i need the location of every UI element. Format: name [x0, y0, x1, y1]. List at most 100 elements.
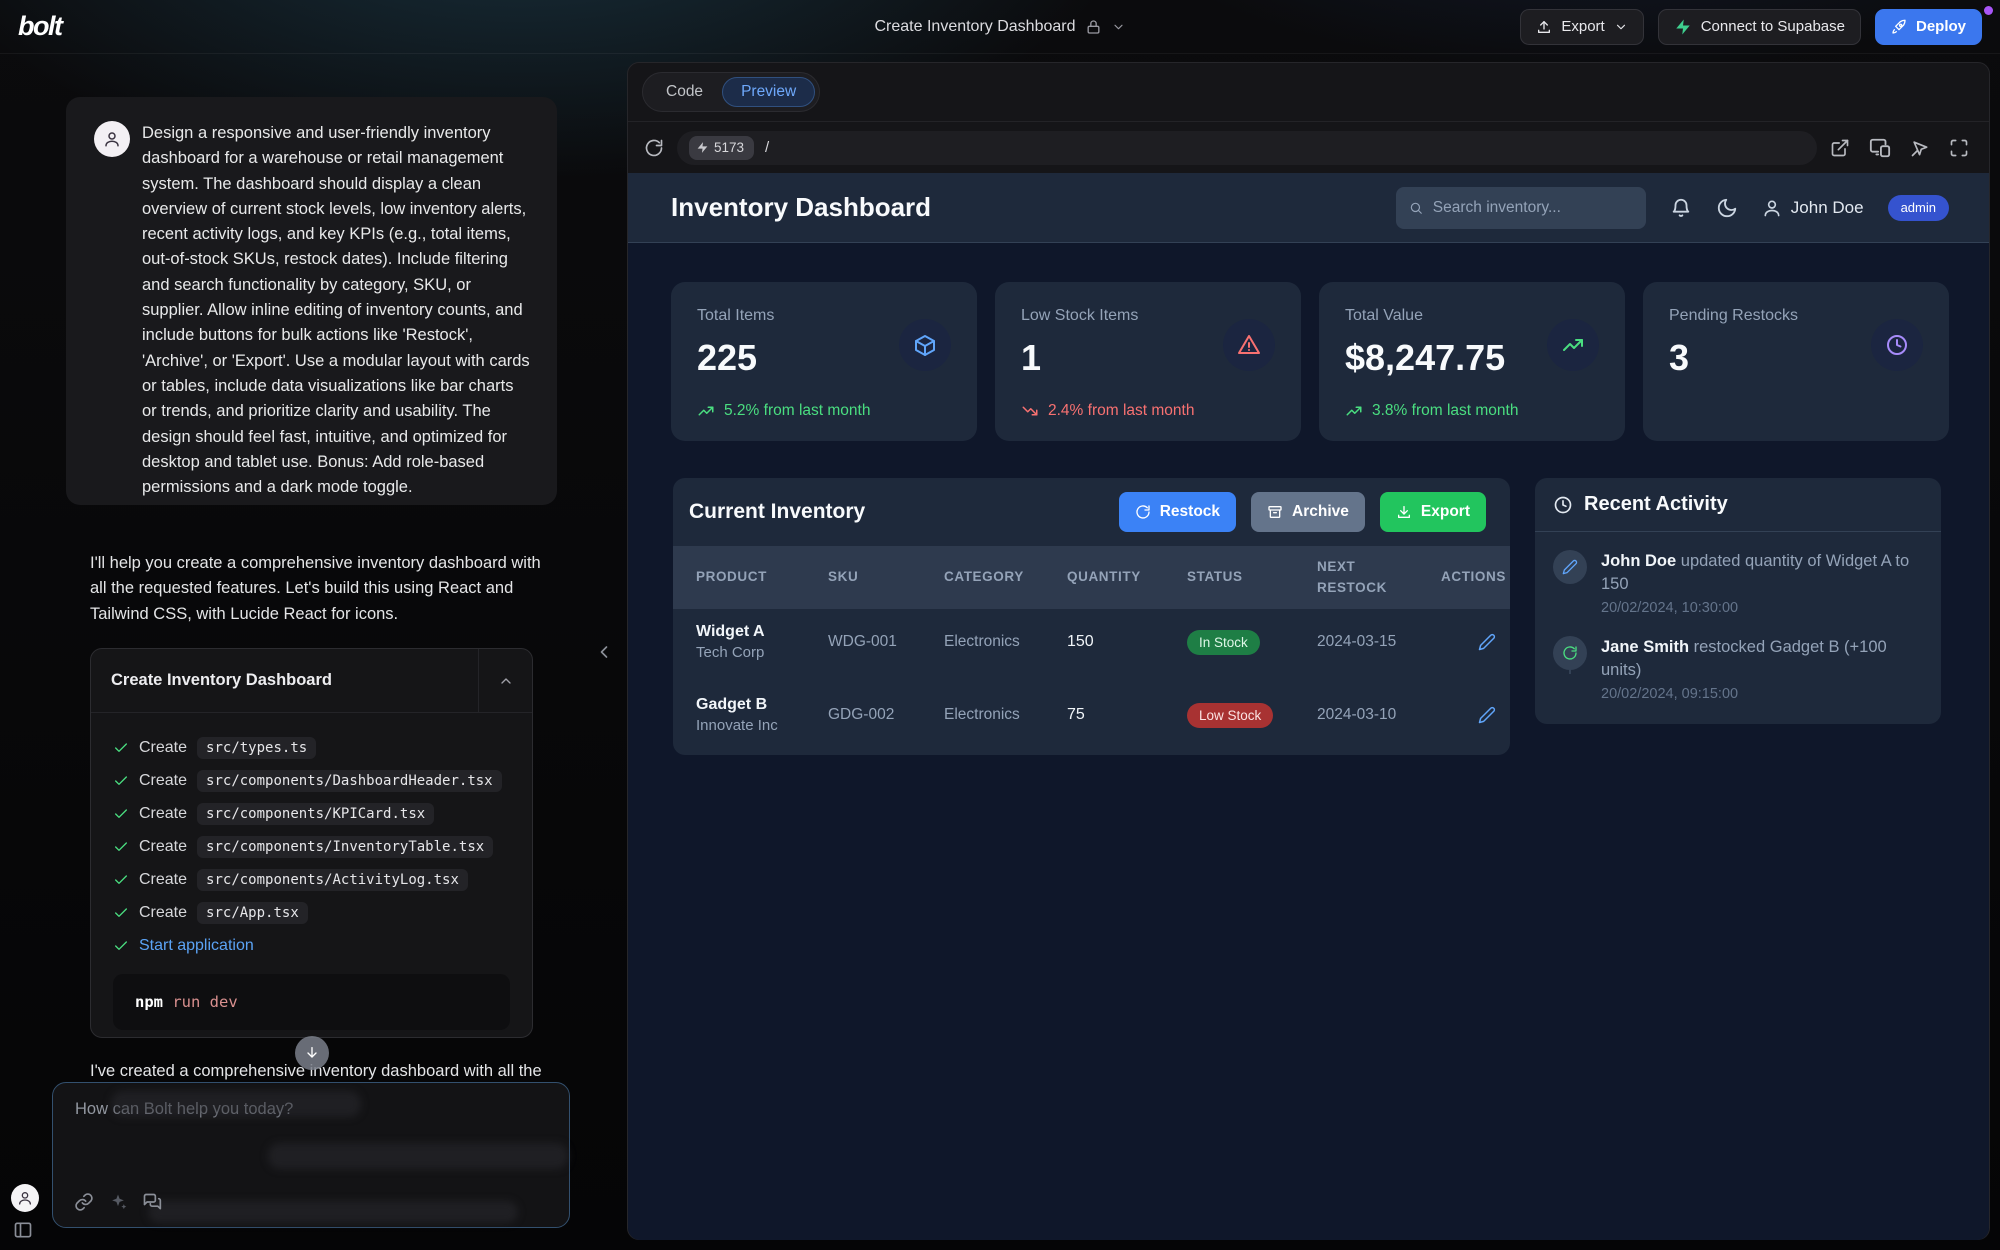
sparkles-icon[interactable] — [108, 1192, 128, 1212]
edit-pencil-icon[interactable] — [1478, 706, 1496, 724]
clock-icon — [1885, 333, 1909, 357]
terminal-command: npm run dev — [113, 974, 510, 1030]
person-icon — [103, 130, 121, 148]
export-project-button[interactable]: Export — [1520, 9, 1643, 45]
search-icon — [1409, 199, 1423, 217]
bell-icon[interactable] — [1670, 197, 1692, 219]
next-restock-cell: 2024-03-15 — [1317, 633, 1441, 651]
connect-supabase-button[interactable]: Connect to Supabase — [1658, 9, 1861, 45]
export-csv-button[interactable]: Export — [1380, 492, 1486, 532]
fullscreen-icon[interactable] — [1949, 138, 1969, 158]
edit-pencil-icon[interactable] — [1478, 633, 1496, 651]
search-input[interactable] — [1433, 199, 1633, 217]
start-application-link[interactable]: Start application — [139, 937, 254, 955]
account-avatar[interactable] — [11, 1184, 39, 1212]
step-verb: Create — [139, 805, 187, 823]
step-verb: Create — [139, 772, 187, 790]
category-cell: Electronics — [944, 633, 1067, 651]
artifact-collapse-button[interactable] — [478, 649, 532, 713]
supabase-bolt-icon — [1674, 18, 1692, 36]
file-chip[interactable]: src/components/DashboardHeader.tsx — [197, 770, 502, 792]
table-header-row: PRODUCT SKU CATEGORY QUANTITY STATUS NEX… — [673, 546, 1510, 609]
tab-preview[interactable]: Preview — [722, 77, 815, 107]
role-badge: admin — [1888, 195, 1949, 221]
archive-button[interactable]: Archive — [1251, 492, 1365, 532]
step-verb: Create — [139, 838, 187, 856]
dark-mode-moon-icon[interactable] — [1716, 197, 1738, 219]
kpi-delta: 2.4% from last month — [1021, 402, 1194, 420]
step-verb: Create — [139, 739, 187, 757]
activity-timestamp: 20/02/2024, 10:30:00 — [1601, 600, 1923, 616]
chat-input-box — [52, 1082, 570, 1228]
step-verb: Create — [139, 871, 187, 889]
lock-icon — [1086, 19, 1102, 35]
chat-input-toolbar — [74, 1192, 162, 1212]
column-header: NEXT RESTOCK — [1317, 557, 1393, 598]
file-chip[interactable]: src/App.tsx — [197, 902, 308, 924]
package-icon — [913, 333, 937, 357]
attach-link-icon[interactable] — [74, 1192, 94, 1212]
port-pill[interactable]: 5173 — [689, 136, 754, 160]
activity-header: Recent Activity — [1535, 478, 1941, 532]
bolt-logo[interactable]: bolt — [18, 11, 61, 42]
user-menu[interactable]: John Doe — [1762, 198, 1864, 218]
chevron-down-icon[interactable] — [1112, 20, 1126, 34]
command-args: run dev — [172, 993, 237, 1011]
port-plug-icon — [696, 141, 709, 154]
kpi-card-pending-restocks: Pending Restocks 3 — [1643, 282, 1949, 441]
sku-cell: GDG-002 — [828, 706, 944, 724]
chat-mode-icon[interactable] — [142, 1192, 162, 1212]
tab-code[interactable]: Code — [647, 77, 722, 107]
inspector-pointer-icon[interactable] — [1910, 138, 1930, 158]
artifact-steps: Create src/types.ts Create src/component… — [91, 713, 532, 1030]
trending-down-icon — [1021, 402, 1039, 420]
file-chip[interactable]: src/components/ActivityLog.tsx — [197, 869, 468, 891]
chevron-up-icon — [498, 673, 514, 689]
redaction-blur — [111, 1091, 361, 1117]
user-name: John Doe — [1791, 198, 1864, 218]
check-icon — [113, 773, 129, 789]
inventory-row: Widget A Tech Corp WDG-001 Electronics 1… — [673, 609, 1510, 675]
artifact-step: Create src/App.tsx — [113, 896, 510, 929]
rocket-icon — [1891, 19, 1907, 35]
url-input[interactable]: 5173 / — [677, 131, 1817, 165]
product-name: Gadget B — [696, 696, 828, 714]
bulk-actions: Restock Archive Export — [1119, 492, 1486, 532]
file-chip[interactable]: src/components/InventoryTable.tsx — [197, 836, 493, 858]
activity-icon-circle — [1553, 636, 1587, 670]
download-icon — [1396, 504, 1412, 520]
file-chip[interactable]: src/types.ts — [197, 737, 316, 759]
user-avatar — [94, 121, 130, 157]
sidebar-toggle-button[interactable] — [13, 1220, 33, 1240]
open-external-icon[interactable] — [1830, 138, 1850, 158]
artifact-step: Create src/components/ActivityLog.tsx — [113, 863, 510, 896]
url-path: / — [765, 139, 769, 156]
artifact-card: Create Inventory Dashboard Create src/ty… — [90, 648, 533, 1038]
user-icon — [1762, 198, 1782, 218]
kpi-card-low-stock: Low Stock Items 1 2.4% from last month — [995, 282, 1301, 441]
dashboard-header: Inventory Dashboard John Doe admin — [628, 173, 1989, 243]
kpi-icon-circle — [1547, 319, 1599, 371]
step-verb: Create — [139, 904, 187, 922]
preview-address-bar: 5173 / — [628, 121, 1989, 173]
activity-timestamp: 20/02/2024, 09:15:00 — [1601, 686, 1923, 702]
reload-icon[interactable] — [644, 138, 664, 158]
file-chip[interactable]: src/components/KPICard.tsx — [197, 803, 434, 825]
activity-actor: Jane Smith — [1601, 638, 1689, 656]
arrow-down-icon — [304, 1045, 320, 1061]
restock-button[interactable]: Restock — [1119, 492, 1236, 532]
chat-collapse-handle[interactable] — [594, 642, 614, 662]
device-preview-icon[interactable] — [1869, 137, 1891, 159]
quantity-cell: 150 — [1067, 633, 1187, 651]
port-number: 5173 — [714, 140, 744, 155]
product-supplier: Tech Corp — [696, 644, 828, 661]
archive-label: Archive — [1292, 503, 1349, 521]
scroll-to-bottom-button[interactable] — [295, 1036, 329, 1070]
check-icon — [113, 905, 129, 921]
person-icon — [17, 1190, 33, 1206]
supabase-label: Connect to Supabase — [1701, 18, 1845, 35]
deploy-button[interactable]: Deploy — [1875, 9, 1982, 45]
column-header: CATEGORY — [944, 567, 1067, 587]
alert-triangle-icon — [1237, 333, 1261, 357]
activity-icon-circle — [1553, 550, 1587, 584]
